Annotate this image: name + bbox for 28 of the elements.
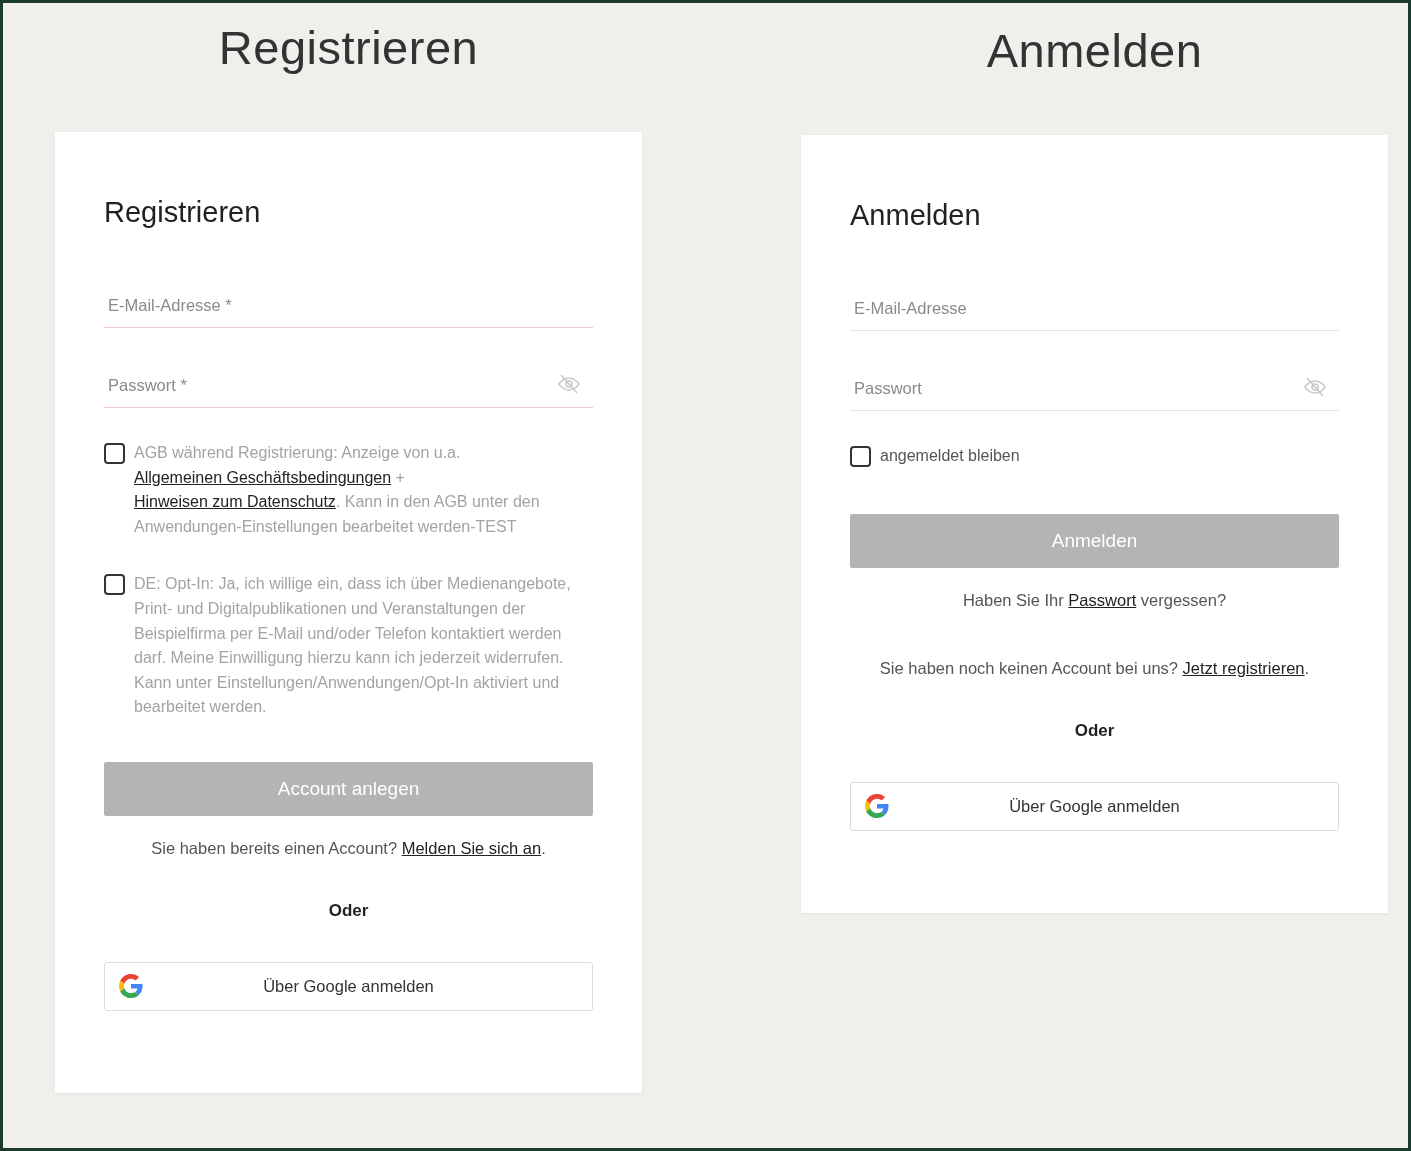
hint-text: Sie haben noch keinen Account bei uns? Jetzt registrieren. (879, 657, 1310, 679)
email-field[interactable]: E-Mail-Adresse (850, 287, 1339, 331)
card-title: Anmelden (850, 198, 981, 232)
page-heading: Anmelden (986, 23, 1203, 79)
hint-text: Sie haben bereits einen Account? Melden Sie sich an. (151, 837, 546, 859)
text-link[interactable]: Hinweisen zum Datenschutz (134, 493, 336, 511)
email-field[interactable]: E-Mail-Adresse * (104, 284, 593, 328)
google-g-icon (119, 974, 143, 999)
checkbox-label: AGB während Registrierung: Anzeige von u.a. Allgemeinen Geschäftsbedingungen + Hinweisen zum Datenschutz. Kann in den AGB unter den Anwendungen-Einstellungen bearbeitet werden-TEST (134, 443, 541, 537)
password-field[interactable]: Passwort * (104, 364, 593, 408)
checkbox[interactable] (104, 574, 125, 596)
checkbox-label: angemeldet bleiben (880, 446, 1020, 466)
text-link[interactable]: Passwort (1068, 590, 1137, 609)
hint-text: Haben Sie Ihr Passwort vergessen? (962, 589, 1227, 611)
checkbox-label: DE: Opt-In: Ja, ich willige ein, dass ich über Medienangebote, Print- und Digitalpublikationen und Veranstaltungen der Beispielfirma per E-Mail und/oder Telefon kontaktiert werden darf. Meine Einwilligung hierzu kann ich jederzeit widerrufen. Kann unter Einstellungen/Anwendungen/Opt-In aktiviert und bearbeitet werden. (134, 574, 572, 718)
text-link[interactable]: Allgemeinen Geschäftsbedingungen (134, 468, 392, 486)
page-heading: Registrieren (218, 20, 479, 76)
card-title: Registrieren (104, 195, 261, 229)
text-link[interactable]: Melden Sie sich an (401, 838, 542, 857)
checkbox[interactable] (850, 446, 871, 467)
google-signin-button[interactable]: Über Google anmelden (850, 781, 1339, 831)
google-signin-button[interactable]: Über Google anmelden (104, 961, 593, 1011)
separator-text: Oder (328, 899, 369, 922)
password-field[interactable]: Passwort (850, 367, 1339, 411)
google-g-icon (865, 794, 889, 819)
text-link[interactable]: Jetzt registrieren (1182, 658, 1305, 677)
separator-text: Oder (1074, 719, 1115, 742)
checkbox[interactable] (104, 443, 125, 464)
